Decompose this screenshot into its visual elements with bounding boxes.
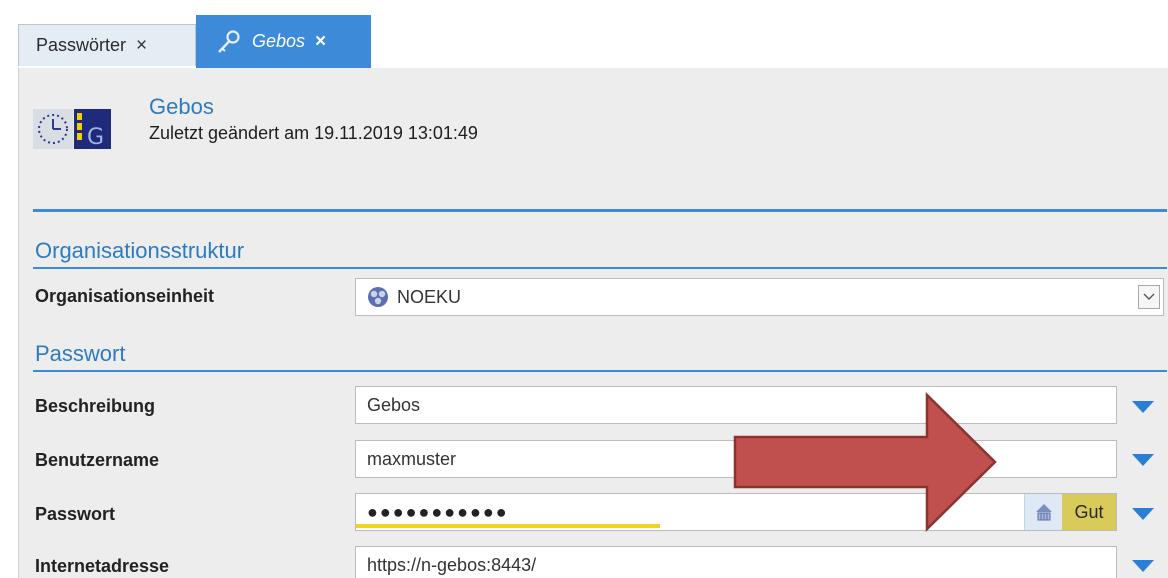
description-value: Gebos — [367, 394, 421, 415]
tab-label: Gebos — [252, 31, 306, 51]
org-unit-icon — [367, 286, 389, 308]
dropdown-triangle-icon[interactable] — [1132, 454, 1154, 466]
close-tab-icon[interactable]: × — [315, 32, 326, 51]
dropdown-triangle-icon[interactable] — [1132, 508, 1154, 520]
org-unit-label: Organisationseinheit — [35, 286, 215, 306]
svg-text:G: G — [87, 125, 104, 149]
password-quality-badge: Gut — [1062, 494, 1116, 530]
section-title-password: Passwort — [35, 341, 126, 366]
annotation-arrow — [733, 391, 997, 533]
last-modified-text: Zuletzt geändert am 19.11.2019 13:01:49 — [149, 123, 478, 143]
password-generator-icon[interactable] — [1024, 494, 1062, 530]
tab-passwords[interactable]: Passwörter × — [18, 24, 196, 66]
url-value: https://n-gebos:8443/ — [367, 554, 537, 575]
section-divider — [33, 370, 1167, 372]
password-label: Passwort — [35, 504, 116, 524]
dropdown-triangle-icon[interactable] — [1132, 560, 1154, 572]
page-title: Gebos — [149, 94, 214, 119]
password-strength-bar — [356, 524, 660, 528]
header-divider — [33, 209, 1167, 212]
username-label: Benutzername — [35, 450, 160, 470]
tab-bar: Passwörter × Gebos × — [0, 0, 1168, 68]
dropdown-triangle-icon[interactable] — [1132, 401, 1154, 413]
description-label: Beschreibung — [35, 396, 156, 416]
url-input[interactable]: https://n-gebos:8443/ — [355, 546, 1117, 578]
username-value: maxmuster — [367, 448, 457, 469]
tab-gebos[interactable]: Gebos × — [196, 15, 371, 68]
gebos-logo-icon: G — [33, 109, 111, 150]
section-divider — [33, 267, 1167, 269]
org-unit-value: NOEKU — [397, 286, 462, 307]
section-title-org: Organisationsstruktur — [35, 238, 245, 263]
chevron-down-icon[interactable] — [1138, 285, 1160, 309]
key-icon — [216, 29, 242, 55]
tab-label: Passwörter — [36, 35, 127, 55]
close-tab-icon[interactable]: × — [136, 36, 147, 55]
password-value: ●●●●●●●●●●● — [367, 501, 509, 522]
org-unit-select[interactable]: NOEKU — [355, 278, 1164, 316]
url-label: Internetadresse — [35, 556, 170, 576]
